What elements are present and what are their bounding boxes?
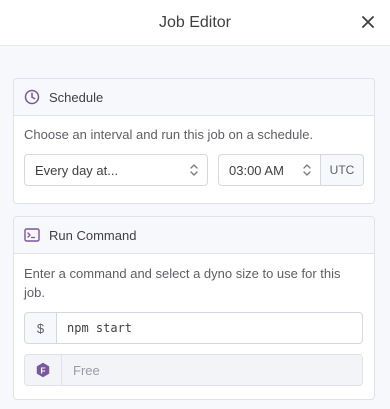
command-prefix: $	[24, 312, 57, 344]
page-title: Job Editor	[158, 13, 232, 31]
interval-value: Every day at...	[35, 162, 119, 178]
time-select[interactable]: 03:00 AM	[218, 154, 321, 186]
close-icon	[362, 16, 374, 28]
dyno-badge-box: F	[24, 354, 62, 386]
interval-select[interactable]: Every day at...	[24, 154, 208, 186]
schedule-description: Choose an interval and run this job on a…	[24, 127, 314, 142]
schedule-card: Schedule Choose an interval and run this…	[13, 78, 375, 204]
schedule-card-header: Schedule	[14, 79, 374, 116]
run-command-card: Run Command Enter a command and select a…	[13, 216, 375, 400]
close-button[interactable]	[358, 12, 378, 32]
svg-text:F: F	[40, 365, 45, 375]
clock-icon	[24, 89, 40, 105]
timezone-addon: UTC	[320, 154, 364, 186]
command-input[interactable]	[56, 312, 363, 344]
run-command-title: Run Command	[49, 227, 137, 243]
dyno-size-field[interactable]: Free	[61, 354, 363, 386]
chevron-updown-icon	[190, 164, 198, 176]
editor-header: Job Editor	[0, 0, 390, 46]
chevron-updown-icon	[303, 164, 311, 176]
run-command-description: Enter a command and select a dyno size t…	[24, 266, 341, 300]
terminal-icon	[24, 227, 40, 243]
dyno-size-value: Free	[73, 362, 100, 378]
run-command-card-header: Run Command	[14, 217, 374, 254]
time-value: 03:00 AM	[229, 162, 284, 178]
schedule-title: Schedule	[49, 89, 104, 105]
dyno-free-badge-icon: F	[36, 362, 50, 378]
